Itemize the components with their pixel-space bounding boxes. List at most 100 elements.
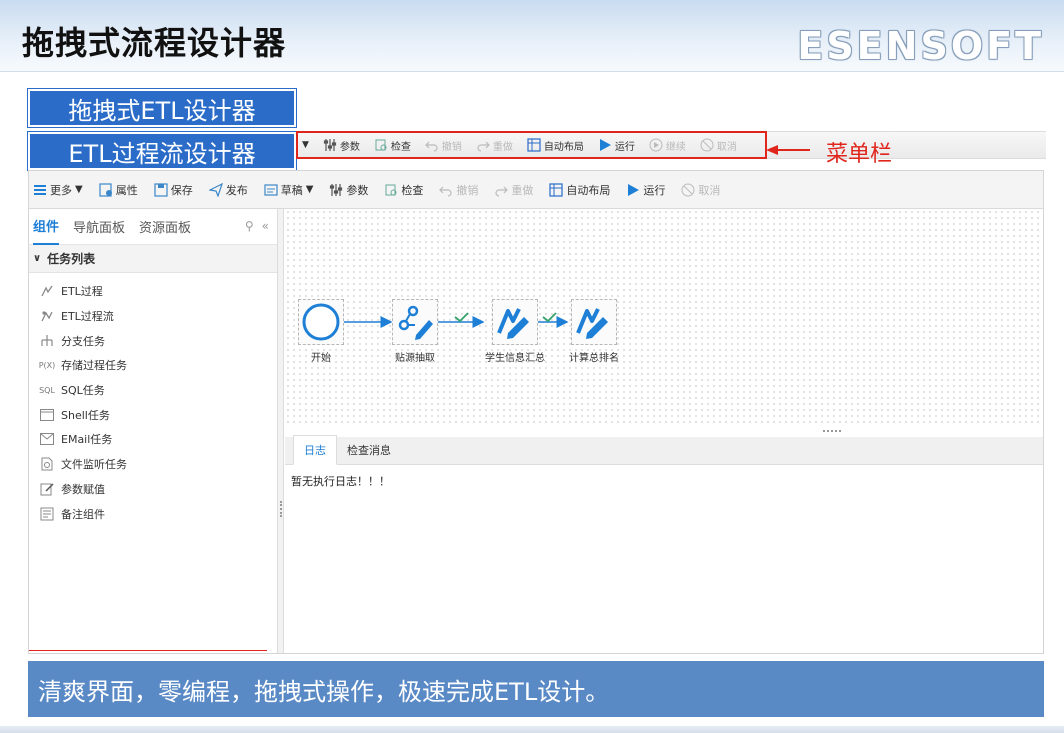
more-menu-button[interactable]: 更多 ▼ [33,182,83,198]
list-item[interactable]: P(X) 存储过程任务 [29,353,277,378]
callout-arrow-line [772,149,810,151]
menu-icon [34,184,46,195]
flow-canvas[interactable]: 开始 贴源抽取 学生信息汇总 计算总排名 [285,209,1043,427]
check-icon [385,184,397,195]
file-watch-icon [39,457,55,471]
menubar-callout-label: 菜单栏 [826,142,893,167]
label-etl-flow-designer: ETL过程流设计器 [28,132,296,170]
bottom-strip [0,726,1064,733]
draft-icon [264,183,278,196]
chevron-down-icon: ▼ [75,184,83,195]
undo-icon [439,186,452,197]
params-button[interactable]: 参数 [329,182,368,198]
etl-flow-designer-window: 更多 ▼ 属性 保存 发布 草稿 ▼ 参数 检查 撤销 重做 自动布局 运行 取… [28,170,1044,654]
publish-button[interactable]: 发布 [208,182,248,198]
top-redo-button[interactable]: 重做 [476,138,513,153]
check-button[interactable]: 检查 [384,182,423,198]
splitter-handle-icon[interactable] [823,430,841,432]
list-item[interactable]: SQL SQL任务 [29,378,277,403]
continue-icon [649,138,663,152]
redo-button[interactable]: 重做 [494,182,533,198]
log-tabs: 日志 检查消息 [285,435,1043,465]
auto-layout-button[interactable]: 自动布局 [549,182,610,198]
log-message: 暂无执行日志！！！ [291,475,390,488]
top-params-button[interactable]: 参数 [323,138,360,153]
param-assign-icon [39,482,55,496]
layout-icon [549,182,564,197]
save-icon [154,182,168,197]
splitter-handle-icon[interactable] [280,501,282,517]
branch-icon [39,334,55,348]
node-box[interactable] [298,299,344,345]
node-box[interactable] [492,299,538,345]
red-underline [29,650,267,651]
send-icon [208,182,223,197]
list-item[interactable]: 备注组件 [29,501,277,526]
top-continue-button[interactable]: 继续 [649,138,686,153]
dropdown-caret-icon[interactable]: ▼ [302,140,309,150]
list-item[interactable]: 分支任务 [29,328,277,353]
horizontal-splitter[interactable] [285,427,1043,435]
flow-node-extract[interactable]: 贴源抽取 [392,299,438,364]
redo-icon [477,141,490,152]
collapse-left-icon[interactable]: « [262,219,269,233]
extract-icon [398,305,433,340]
tab-components[interactable]: 组件 [33,208,60,245]
flow-node-total-rank[interactable]: 计算总排名 [569,299,619,364]
feature-banner: 清爽界面，零编程，拖拽式操作，极速完成ETL设计。 [28,661,1044,717]
draft-button[interactable]: 草稿 ▼ [264,182,313,198]
run-button[interactable]: 运行 [626,182,665,198]
list-item[interactable]: ETL过程 [29,279,277,304]
menubar-callout: ▼ 参数 检查 撤销 重做 自动布局 运行 继续 取消 [296,131,767,159]
flow-node-start[interactable]: 开始 [298,299,344,364]
undo-icon [425,141,438,152]
etl-process-icon [39,284,55,298]
cancel-icon [681,183,695,196]
tab-navigation[interactable]: 导航面板 [73,209,125,244]
undo-button[interactable]: 撤销 [439,182,478,198]
note-icon [39,507,55,521]
properties-button[interactable]: 属性 [99,182,138,198]
top-check-button[interactable]: 检查 [374,138,411,153]
component-panel: 组件 导航面板 资源面板 ⚲ « ∨ 任务列表 ETL过程 ETL过程流 分支任 [29,209,278,653]
brand-logo: ESENSOFT [797,24,1044,68]
list-item[interactable]: EMail任务 [29,427,277,452]
main-toolbar: 更多 ▼ 属性 保存 发布 草稿 ▼ 参数 检查 撤销 重做 自动布局 运行 取… [29,171,1043,209]
tab-resources[interactable]: 资源面板 [139,209,191,244]
top-auto-layout-button[interactable]: 自动布局 [527,138,584,153]
task-list-header[interactable]: ∨ 任务列表 [29,245,277,273]
tab-check-messages[interactable]: 检查消息 [337,436,401,464]
flow-node-student-summary[interactable]: 学生信息汇总 [485,299,545,364]
task-list: ETL过程 ETL过程流 分支任务 P(X) 存储过程任务 SQL SQL任务 … [29,273,277,526]
cancel-button[interactable]: 取消 [681,182,720,198]
top-undo-button[interactable]: 撤销 [425,138,462,153]
log-panel: 日志 检查消息 暂无执行日志！！！ [285,435,1043,653]
start-circle-icon [302,303,340,341]
email-icon [39,432,55,446]
node-box[interactable] [392,299,438,345]
check-icon [375,139,387,151]
top-run-button[interactable]: 运行 [598,138,635,153]
params-icon [323,139,337,151]
list-item[interactable]: 参数赋值 [29,477,277,502]
save-button[interactable]: 保存 [154,182,193,198]
chevron-down-icon: ∨ [33,253,42,264]
layout-icon [527,138,541,152]
top-cancel-button[interactable]: 取消 [700,138,737,153]
slide-title: 拖拽式流程设计器 [22,24,287,62]
vertical-splitter[interactable] [278,209,284,653]
node-box[interactable] [571,299,617,345]
list-item[interactable]: 文件监听任务 [29,452,277,477]
etl-flow-icon [39,309,55,323]
cancel-icon [700,138,714,152]
panel-tabs: 组件 导航面板 资源面板 ⚲ « [29,209,277,245]
check-mark-icon [454,312,469,323]
list-item[interactable]: ETL过程流 [29,304,277,329]
px-icon: P(X) [38,360,56,370]
tab-log[interactable]: 日志 [293,435,337,465]
run-icon [628,183,640,196]
search-icon[interactable]: ⚲ [245,219,254,233]
redo-icon [495,186,509,197]
list-item[interactable]: Shell任务 [29,402,277,427]
run-icon [599,139,611,151]
